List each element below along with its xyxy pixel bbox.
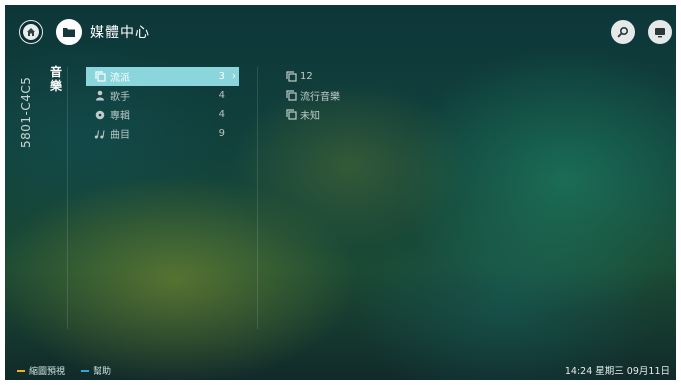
footer: 縮圖預視 幫助 14:24 星期三 09月11日 xyxy=(5,360,676,380)
help-label: 幫助 xyxy=(93,367,112,377)
menu-item-count: 4 xyxy=(218,90,225,101)
playlist-icon xyxy=(94,71,106,83)
chevron-right-icon: › xyxy=(232,71,236,82)
blue-key-icon xyxy=(81,369,89,372)
divider xyxy=(67,67,68,329)
clock: 14:24 星期三 09月11日 xyxy=(564,366,670,377)
playlist-icon xyxy=(285,90,297,102)
music-note-icon xyxy=(94,128,106,140)
menu-item-label: 專輯 xyxy=(110,111,130,122)
menu-item-genre[interactable]: 流派 3 › xyxy=(86,67,239,86)
folder-icon xyxy=(62,23,76,42)
menu-item-label: 流派 xyxy=(110,73,130,84)
menu-item-label: 歌手 xyxy=(110,92,130,103)
list-item-label: 流行音樂 xyxy=(300,92,340,103)
browse-menu: 流派 3 › 歌手 4 專輯 4 曲目 9 xyxy=(86,67,239,143)
search-icon xyxy=(617,23,629,42)
list-item[interactable]: 未知 xyxy=(285,105,485,124)
header: 媒體中心 xyxy=(5,5,676,57)
category-label: 音樂 xyxy=(49,65,62,93)
genre-list: 12 流行音樂 未知 xyxy=(285,67,485,124)
playlist-icon xyxy=(285,71,297,83)
menu-item-count: 4 xyxy=(218,109,225,120)
page-title: 媒體中心 xyxy=(90,25,150,41)
artist-icon xyxy=(94,90,106,102)
list-item-label: 未知 xyxy=(300,111,320,122)
media-center-screen: 媒體中心 5801-C4C5 音樂 流派 3 › 歌手 4 專輯 4 曲目 9 … xyxy=(5,5,676,380)
menu-item-artist[interactable]: 歌手 4 xyxy=(86,86,239,105)
tv-icon xyxy=(654,23,666,42)
menu-item-count: 3 xyxy=(218,71,225,82)
list-item[interactable]: 12 xyxy=(285,67,485,86)
divider xyxy=(257,67,258,329)
list-item[interactable]: 流行音樂 xyxy=(285,86,485,105)
home-button[interactable] xyxy=(19,20,43,44)
device-id: 5801-C4C5 xyxy=(19,76,33,148)
menu-item-track[interactable]: 曲目 9 xyxy=(86,124,239,143)
help-hint[interactable]: 幫助 xyxy=(81,364,111,377)
playlist-icon xyxy=(285,109,297,121)
menu-item-label: 曲目 xyxy=(110,130,130,141)
thumbnail-preview-hint[interactable]: 縮圖預視 xyxy=(17,364,65,377)
album-icon xyxy=(94,109,106,121)
thumbnail-preview-label: 縮圖預視 xyxy=(29,367,66,377)
menu-item-count: 9 xyxy=(218,128,225,139)
yellow-key-icon xyxy=(17,369,25,372)
list-item-label: 12 xyxy=(300,71,313,82)
home-icon xyxy=(23,24,39,40)
tv-button[interactable] xyxy=(648,20,672,44)
menu-item-album[interactable]: 專輯 4 xyxy=(86,105,239,124)
search-button[interactable] xyxy=(611,20,635,44)
source-button[interactable] xyxy=(56,19,82,45)
